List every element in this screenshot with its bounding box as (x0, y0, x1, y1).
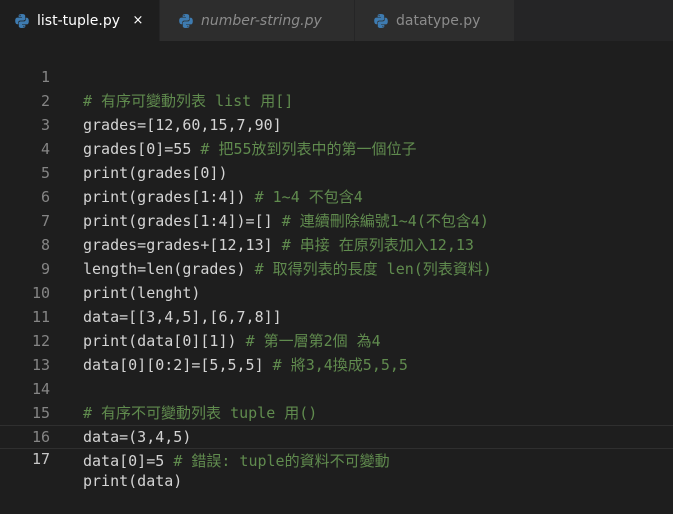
line-number: 17 (31, 450, 50, 468)
code-editor[interactable]: 1 # 有序可變動列表 list 用[] 2 grades=[12,60,15,… (0, 41, 673, 490)
code-line[interactable]: 3 grades[0]=55 # 把55放到列表中的第一個位子 (0, 89, 673, 158)
tab-datatype[interactable]: datatype.py (355, 0, 515, 41)
code-line[interactable]: 16 data[0]=5 # 錯誤: tuple的資料不可變動 (0, 401, 673, 470)
code-line[interactable]: 9 print(lenght) (0, 233, 673, 302)
tab-label: datatype.py (396, 12, 481, 29)
code-line[interactable]: 4 print(grades[0]) (0, 113, 673, 182)
tab-bar-empty-space (515, 0, 673, 41)
tab-label: list-tuple.py (37, 12, 120, 29)
code-line[interactable]: 15 data=(3,4,5) (0, 377, 673, 446)
code-line[interactable]: 5 print(grades[1:4]) # 1~4 不包含4 (0, 137, 673, 206)
tab-number-string[interactable]: number-string.py (160, 0, 355, 41)
close-icon[interactable]: × (130, 13, 146, 28)
current-code-line[interactable]: 17 print(data) (0, 425, 673, 490)
code-line[interactable]: 11 print(data[0][1]) # 第一層第2個 為4 (0, 281, 673, 350)
code-line[interactable]: 2 grades=[12,60,15,7,90] (0, 65, 673, 134)
code-comment: # 錯誤: tuple的資料不可變動 (173, 452, 390, 470)
tab-list-tuple[interactable]: list-tuple.py × (0, 0, 160, 41)
code-line[interactable]: 10 data=[[3,4,5],[6,7,8]] (0, 257, 673, 326)
python-icon (179, 13, 193, 28)
code-line[interactable]: 14 # 有序不可變動列表 tuple 用() (0, 353, 673, 422)
python-icon (374, 13, 388, 28)
code-line[interactable]: 12 data[0][0:2]=[5,5,5] # 將3,4換成5,5,5 (0, 305, 673, 374)
code-line[interactable]: 1 # 有序可變動列表 list 用[] (0, 41, 673, 110)
code-line[interactable]: 7 grades=grades+[12,13] # 串接 在原列表加入12,13 (0, 185, 673, 254)
code-line[interactable]: 8 length=len(grades) # 取得列表的長度 len(列表資料) (0, 209, 673, 278)
code-text: data[0]=5 (83, 452, 174, 470)
code-line[interactable]: 13 (0, 329, 673, 374)
python-icon (15, 13, 29, 28)
tab-label: number-string.py (201, 12, 322, 29)
code-text: print(data) (83, 472, 183, 490)
editor-tab-bar: list-tuple.py × number-string.py datatyp… (0, 0, 673, 41)
code-line[interactable]: 6 print(grades[1:4])=[] # 連續刪除編號1~4(不包含4… (0, 161, 673, 230)
